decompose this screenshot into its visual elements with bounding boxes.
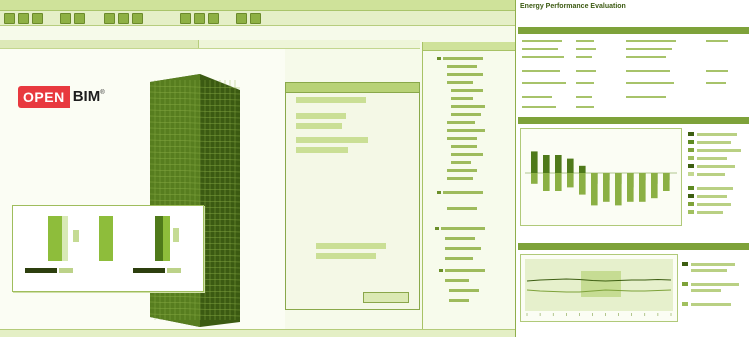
bar	[567, 173, 574, 188]
render-icon[interactable]	[236, 13, 247, 24]
select-tool-icon[interactable]	[104, 13, 115, 24]
bar	[603, 173, 610, 202]
bar	[615, 173, 622, 206]
undo-icon[interactable]	[60, 13, 71, 24]
bar	[579, 165, 586, 173]
report-title: Energy Performance Evaluation	[520, 3, 626, 10]
save-icon[interactable]	[32, 13, 43, 24]
redo-icon[interactable]	[74, 13, 85, 24]
dialog-row[interactable]	[296, 123, 342, 129]
logo-open: OPEN	[18, 86, 70, 108]
energy-balance-legend	[688, 130, 748, 225]
bar	[531, 151, 538, 173]
main-toolbar	[0, 11, 515, 26]
section-key-values-header	[518, 27, 749, 34]
bar	[663, 173, 670, 191]
view-tab-bar	[0, 40, 420, 49]
slab-tool-icon[interactable]	[194, 13, 205, 24]
temperature-chart	[520, 254, 678, 322]
zoom-icon[interactable]	[118, 13, 129, 24]
dialog-row[interactable]	[296, 147, 348, 153]
continue-button[interactable]	[363, 292, 409, 303]
wall-detail-panel	[12, 205, 204, 292]
roof-tool-icon[interactable]	[208, 13, 219, 24]
comfort-band	[581, 271, 621, 297]
openbim-logo: OPEN BIM ®	[18, 86, 105, 108]
registered-mark: ®	[100, 90, 105, 96]
bar	[555, 155, 562, 173]
status-bar	[0, 329, 515, 337]
orbit-icon[interactable]	[132, 13, 143, 24]
settings-dialog[interactable]	[285, 82, 420, 310]
dialog-note	[316, 243, 386, 249]
temperature-legend	[682, 258, 748, 318]
navigator-header	[423, 42, 516, 51]
bar	[531, 173, 538, 184]
layers-icon[interactable]	[250, 13, 261, 24]
dialog-row[interactable]	[296, 97, 366, 103]
tab-floor-plan[interactable]	[66, 40, 133, 48]
bar	[543, 173, 550, 191]
tree-items[interactable]	[423, 51, 516, 336]
bar	[543, 155, 550, 173]
bar	[591, 173, 598, 206]
bar	[567, 158, 574, 173]
dialog-row[interactable]	[296, 137, 368, 143]
section-energy-balance-header	[518, 117, 749, 124]
title-bar	[0, 0, 515, 11]
bar	[639, 173, 646, 202]
energy-balance-chart	[520, 128, 682, 226]
tab-3d[interactable]	[0, 40, 67, 48]
dialog-note	[316, 253, 376, 259]
new-file-icon[interactable]	[4, 13, 15, 24]
bar	[651, 173, 658, 199]
app-window: OPEN BIM ® Energy Performance Evaluation	[0, 0, 750, 337]
logo-bim: BIM	[72, 88, 101, 105]
dialog-header	[286, 83, 419, 93]
section-temperature-header	[518, 243, 749, 250]
energy-report-panel: Energy Performance Evaluation	[515, 0, 750, 337]
bar	[627, 173, 634, 202]
bar	[555, 173, 562, 191]
wall-details	[25, 216, 181, 273]
navigator-tree[interactable]	[422, 42, 516, 337]
tab-section[interactable]	[132, 40, 199, 48]
open-file-icon[interactable]	[18, 13, 29, 24]
wall-tool-icon[interactable]	[180, 13, 191, 24]
bar	[579, 173, 586, 195]
dialog-row[interactable]	[296, 113, 346, 119]
